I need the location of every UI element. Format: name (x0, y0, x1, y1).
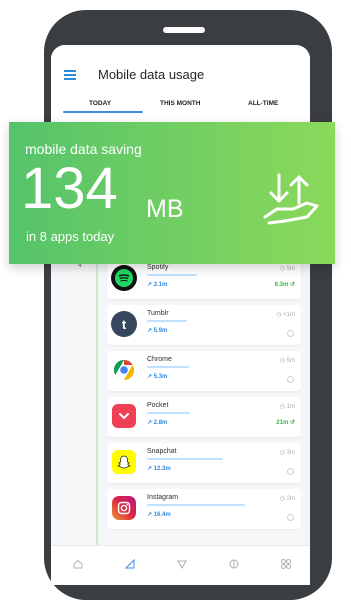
tab-all-time[interactable]: ALL-TIME (248, 100, 278, 107)
time-value: ◷ <1m (276, 312, 295, 318)
status-circle-icon (287, 330, 294, 337)
pocket-icon (112, 404, 136, 428)
saving-text: 6.3m (274, 282, 289, 288)
active-tab-indicator (63, 111, 143, 113)
time-value: ◷ 1m (279, 404, 295, 410)
usage-bar (147, 458, 223, 460)
time-value: ◷ 5m (279, 358, 295, 364)
bottom-navigation (51, 545, 310, 585)
usage-bar (147, 320, 187, 322)
status-circle-icon (287, 376, 294, 383)
saved-unit: MB (146, 195, 184, 223)
page-title: Mobile data usage (98, 67, 205, 82)
usage-text: 2.8m (153, 420, 168, 426)
banner-label: mobile data saving (25, 141, 142, 157)
app-row-pocket[interactable]: Pocket ↗ 2.8m ◷ 1m 21m ↺ (107, 397, 301, 437)
app-row-tumblr[interactable]: t Tumblr ↗ 5.9m ◷ <1m (107, 305, 301, 345)
usage-text: 5.9m (153, 328, 168, 334)
app-name: Chrome (147, 356, 172, 363)
time-text: 2m (286, 496, 295, 502)
time-text: 3m (286, 450, 295, 456)
settings-icon[interactable] (227, 557, 241, 571)
usage-text: 16.4m (153, 512, 171, 518)
time-value: ◷ 5m (279, 266, 295, 272)
usage-text: 2.1m (153, 282, 168, 288)
app-name: Instagram (147, 494, 179, 501)
tab-today[interactable]: TODAY (89, 100, 111, 107)
timeline-line (96, 255, 98, 545)
app-name: Tumblr (147, 310, 169, 317)
instagram-icon (112, 496, 136, 520)
stats-icon[interactable] (123, 557, 137, 571)
time-value: ◷ 2m (279, 496, 295, 502)
app-name: Snapchat (147, 448, 177, 455)
app-row-instagram[interactable]: Instagram ↗ 16.4m ◷ 2m (107, 489, 301, 529)
usage-value: ↗ 5.3m (147, 374, 168, 380)
app-name: Spotify (147, 264, 169, 271)
saved-amount: 134 (21, 156, 118, 221)
data-saving-banner: mobile data saving 134 MB in 8 apps toda… (9, 122, 335, 264)
shield-icon[interactable] (175, 557, 189, 571)
grid-icon[interactable] (279, 557, 293, 571)
usage-value: ↗ 12.3m (147, 466, 171, 472)
usage-value: ↗ 5.9m (147, 328, 168, 334)
usage-value: ↗ 2.8m (147, 420, 168, 426)
time-text: 1m (286, 404, 295, 410)
usage-value: ↗ 16.4m (147, 512, 171, 518)
phone-speaker (163, 27, 205, 33)
top-bar: Mobile data usage TODAY THIS MONTH ALL-T… (51, 45, 310, 123)
tab-bar: TODAY THIS MONTH ALL-TIME (51, 97, 310, 117)
usage-text: 5.3m (153, 374, 168, 380)
time-text: 5m (286, 358, 295, 364)
time-value: ◷ 3m (279, 450, 295, 456)
usage-bar (147, 504, 245, 506)
time-text: 5m (286, 266, 295, 272)
menu-icon[interactable] (64, 70, 76, 80)
usage-text: 12.3m (153, 466, 171, 472)
status-circle-icon (287, 514, 294, 521)
data-transfer-hand-icon (263, 173, 319, 225)
chrome-icon (111, 357, 137, 383)
home-icon[interactable] (71, 557, 85, 571)
usage-bar (147, 366, 189, 368)
usage-bar (147, 412, 190, 414)
app-row-spotify[interactable]: Spotify ↗ 2.1m ◷ 5m 6.3m ↺ (107, 259, 301, 299)
snapchat-icon (112, 450, 136, 474)
app-name: Pocket (147, 402, 169, 409)
app-row-chrome[interactable]: Chrome ↗ 5.3m ◷ 5m (107, 351, 301, 391)
usage-value: ↗ 2.1m (147, 282, 168, 288)
tab-this-month[interactable]: THIS MONTH (160, 100, 200, 107)
time-text: <1m (283, 312, 295, 318)
spotify-icon (111, 265, 137, 291)
app-row-snapchat[interactable]: Snapchat ↗ 12.3m ◷ 3m (107, 443, 301, 483)
tumblr-icon: t (111, 311, 137, 337)
saving-value: 6.3m ↺ (274, 282, 295, 288)
banner-subtitle: in 8 apps today (26, 229, 115, 244)
saving-text: 21m (276, 420, 289, 426)
saving-value: 21m ↺ (276, 420, 295, 426)
status-circle-icon (287, 468, 294, 475)
usage-bar (147, 274, 197, 276)
